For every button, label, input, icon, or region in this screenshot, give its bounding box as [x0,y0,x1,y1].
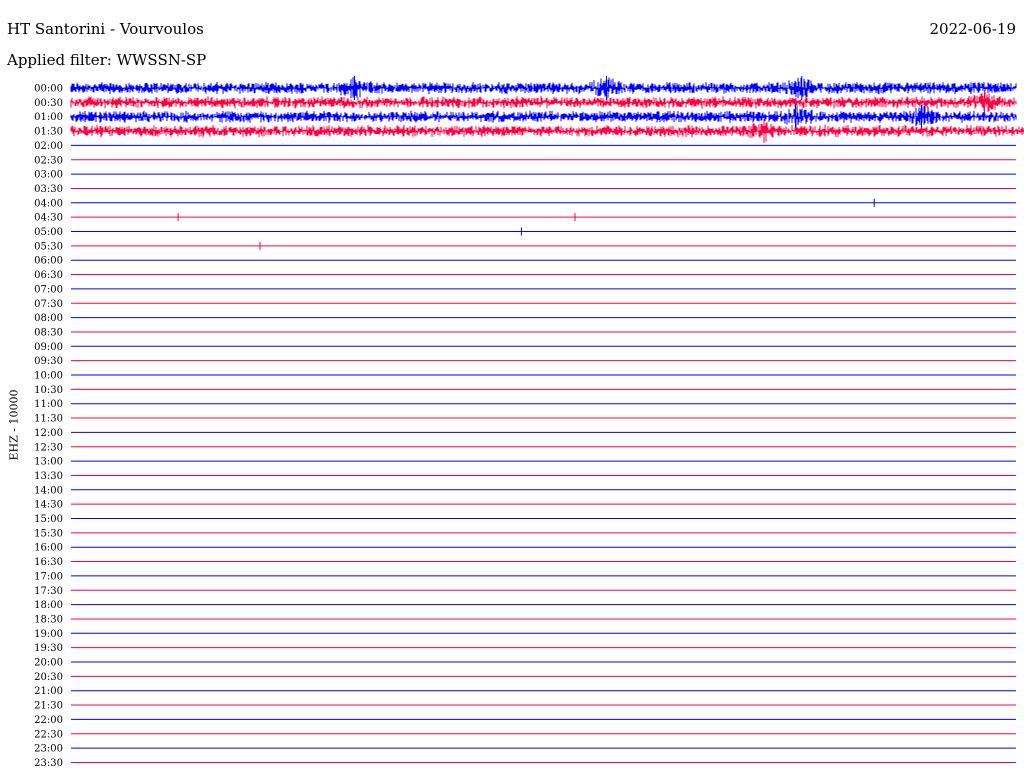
row-time-label: 18:00 [34,600,63,611]
trace-00:30 [70,92,1017,113]
row-time-label: 12:00 [34,428,63,439]
row-time-label: 17:30 [34,586,63,597]
row-time-label: 16:30 [34,557,63,568]
trace-01:30 [70,121,1024,142]
row-time-label: 19:30 [34,643,63,654]
row-time-label: 01:00 [34,112,63,123]
row-time-label: 08:30 [34,327,63,338]
row-time-label: 04:00 [34,198,63,209]
row-time-label: 03:00 [34,170,63,181]
row-time-label: 07:00 [34,284,63,295]
row-time-label: 23:00 [34,744,63,755]
row-time-label: 10:00 [34,371,63,382]
row-time-label: 00:30 [34,98,63,109]
row-time-label: 02:30 [34,155,63,166]
row-time-label: 08:00 [34,313,63,324]
row-time-label: 05:00 [34,227,63,238]
row-time-label: 20:30 [34,672,63,683]
row-time-label: 14:30 [34,500,63,511]
row-time-label: 21:30 [34,701,63,712]
row-time-label: 17:00 [34,571,63,582]
row-time-label: 14:00 [34,485,63,496]
helicorder-plot: 00:00 00:30 01:00 01:30 02:00 02:30 03:00 03:30… [34,76,1024,769]
row-time-label: 04:30 [34,213,63,224]
row-time-label: 19:00 [34,629,63,640]
trace-00:00 [70,77,1017,99]
trace-01:00 [70,105,1017,127]
row-time-label: 09:00 [34,342,63,353]
row-time-label: 16:00 [34,543,63,554]
row-time-label: 03:30 [34,184,63,195]
row-time-label: 00:00 [34,84,63,95]
row-time-label: 07:30 [34,299,63,310]
row-time-label: 22:30 [34,729,63,740]
row-time-label: 15:00 [34,514,63,525]
row-time-label: 20:00 [34,658,63,669]
row-time-label: 12:30 [34,442,63,453]
row-time-label: 06:30 [34,270,63,281]
row-time-label: 23:30 [34,758,63,769]
row-time-label: 05:30 [34,241,63,252]
row-time-label: 01:30 [34,127,63,138]
row-time-label: 13:00 [34,457,63,468]
row-time-label: 06:00 [34,256,63,267]
row-time-label: 11:00 [34,399,63,410]
row-time-label: 02:00 [34,141,63,152]
row-time-label: 13:30 [34,471,63,482]
row-time-label: 15:30 [34,528,63,539]
row-time-label: 21:00 [34,686,63,697]
row-time-label: 11:30 [34,414,63,425]
row-time-label: 22:00 [34,715,63,726]
row-time-label: 09:30 [34,356,63,367]
row-time-label: 18:30 [34,614,63,625]
row-time-label: 10:30 [34,385,63,396]
